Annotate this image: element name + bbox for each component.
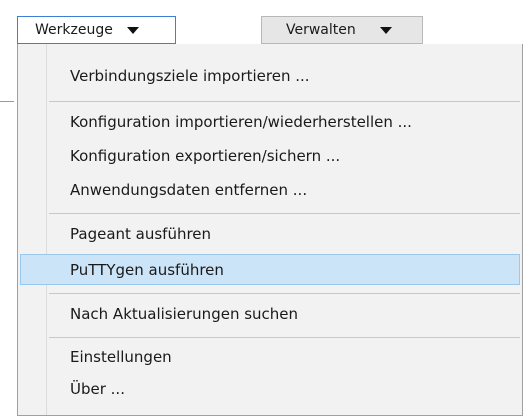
werkzeuge-label: Werkzeuge [35, 22, 113, 38]
werkzeuge-menu-button[interactable]: Werkzeuge [17, 16, 176, 44]
chevron-down-icon [379, 26, 392, 34]
background-divider [0, 101, 14, 102]
menu-item-label: Über ... [70, 379, 125, 398]
verwalten-menu-button[interactable]: Verwalten [261, 16, 423, 44]
menu-item-label: Verbindungsziele importieren ... [70, 66, 310, 85]
verwalten-label: Verwalten [286, 22, 356, 38]
menu-item-label: Konfiguration exportieren/sichern ... [70, 146, 341, 165]
menu-item-ueber[interactable]: Über ... [20, 373, 520, 404]
werkzeuge-dropdown-menu: Verbindungsziele importieren ... Konfigu… [17, 44, 523, 416]
menu-item-label: PuTTYgen ausführen [70, 260, 224, 279]
menu-item-label: Pageant ausführen [70, 224, 212, 243]
menu-item-verbindungsziele-importieren[interactable]: Verbindungsziele importieren ... [20, 60, 520, 91]
menu-separator [49, 293, 520, 294]
menu-item-konfiguration-importieren[interactable]: Konfiguration importieren/wiederherstell… [20, 106, 520, 137]
menu-separator [49, 101, 520, 102]
menu-separator [49, 337, 520, 338]
menu-item-label: Konfiguration importieren/wiederherstell… [70, 112, 412, 131]
chevron-down-icon [126, 26, 139, 34]
menu-item-pageant-ausfuehren[interactable]: Pageant ausführen [20, 218, 520, 249]
menu-item-anwendungsdaten-entfernen[interactable]: Anwendungsdaten entfernen ... [20, 174, 520, 205]
menu-item-label: Einstellungen [70, 347, 172, 366]
menu-item-einstellungen[interactable]: Einstellungen [20, 341, 520, 372]
toolbar: Werkzeuge Verwalten [0, 0, 524, 44]
menu-item-puttygen-ausfuehren[interactable]: PuTTYgen ausführen [20, 254, 520, 285]
menu-item-konfiguration-exportieren[interactable]: Konfiguration exportieren/sichern ... [20, 140, 520, 171]
menu-item-label: Anwendungsdaten entfernen ... [70, 180, 308, 199]
menu-item-label: Nach Aktualisierungen suchen [70, 304, 299, 323]
menu-separator [49, 213, 520, 214]
app-window: Werkzeuge Verwalten Verbindungsziele imp… [0, 0, 524, 416]
menu-item-nach-aktualisierungen-suchen[interactable]: Nach Aktualisierungen suchen [20, 298, 520, 329]
